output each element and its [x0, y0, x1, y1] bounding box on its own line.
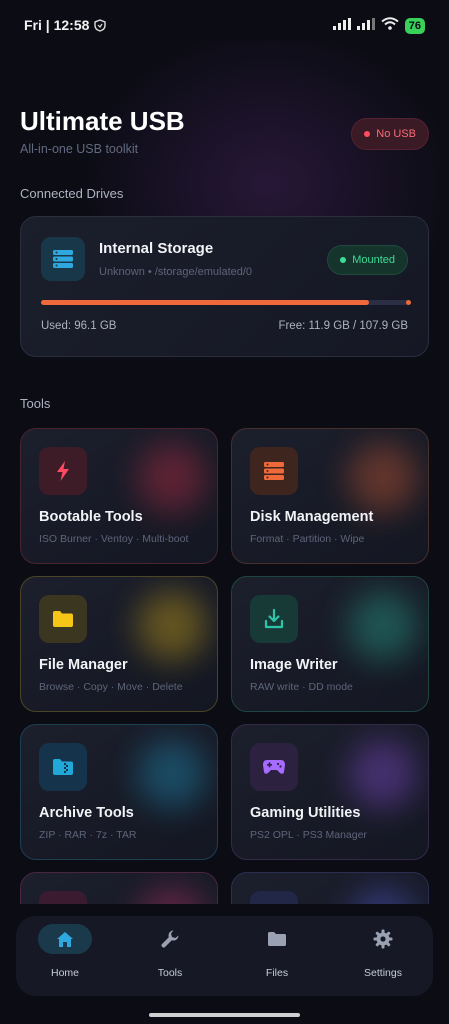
- bolt-icon: [39, 447, 87, 495]
- status-dot: [364, 131, 371, 137]
- mounted-badge: Mounted: [327, 245, 408, 275]
- status-bar: Fri | 12:58 76: [0, 0, 449, 52]
- app-title: Ultimate USB: [20, 106, 185, 136]
- nav-home[interactable]: Home: [25, 924, 105, 984]
- storage-progress-end: [406, 300, 411, 305]
- signal-icon-2: [356, 17, 375, 35]
- tool-card-bootable[interactable]: Bootable Tools ISO Burner · Ventoy · Mul…: [20, 428, 218, 564]
- drive-path: Unknown • /storage/emulated/0: [99, 266, 253, 278]
- drive-card[interactable]: Internal Storage Unknown • /storage/emul…: [20, 216, 429, 357]
- tool-name: Image Writer: [250, 657, 338, 673]
- status-indicators: 76: [332, 17, 425, 35]
- tool-desc: ZIP · RAR · 7z · TAR: [39, 829, 137, 841]
- card-glow: [137, 739, 207, 809]
- storage-icon: [41, 237, 85, 281]
- bottom-navigation: Home Tools Files Settings: [16, 916, 433, 996]
- card-glow: [137, 443, 207, 513]
- mounted-dot: [340, 257, 347, 263]
- nav-files-label: Files: [265, 967, 289, 979]
- vpn-shield-icon: [94, 19, 106, 37]
- battery-indicator: 76: [404, 18, 425, 34]
- nav-tools-label: Tools: [157, 967, 183, 979]
- tool-name: Disk Management: [250, 509, 374, 525]
- storage-progress-fill: [41, 300, 370, 305]
- storage-icon: [250, 447, 298, 495]
- tool-card-archive-tools[interactable]: Archive Tools ZIP · RAR · 7z · TAR: [20, 724, 218, 860]
- tool-card-gaming-utilities[interactable]: Gaming Utilities PS2 OPL · PS3 Manager: [231, 724, 429, 860]
- tool-desc: ISO Burner · Ventoy · Multi-boot: [39, 533, 189, 545]
- gear-icon: [356, 924, 410, 954]
- tool-desc: Format · Partition · Wipe: [250, 533, 365, 545]
- usb-status-label: No USB: [376, 128, 416, 140]
- card-glow: [348, 887, 418, 904]
- app-subtitle: All-in-one USB toolkit: [20, 142, 139, 156]
- tool-name: Archive Tools: [39, 805, 134, 821]
- nav-home-label: Home: [50, 967, 79, 979]
- wifi-icon: [381, 17, 399, 35]
- section-title-drives: Connected Drives: [20, 186, 124, 201]
- folder-icon: [250, 924, 304, 954]
- card-glow: [137, 887, 207, 904]
- drive-name: Internal Storage: [99, 240, 214, 257]
- card-glow: [137, 591, 207, 661]
- tool-name: Bootable Tools: [39, 509, 143, 525]
- wrench-icon: [143, 924, 197, 954]
- card-glow: [348, 443, 418, 513]
- tool-icon-partial: [39, 891, 87, 904]
- signal-icon: [332, 17, 351, 35]
- card-glow: [348, 739, 418, 809]
- download-icon: [250, 595, 298, 643]
- tool-card-disk-management[interactable]: Disk Management Format · Partition · Wip…: [231, 428, 429, 564]
- nav-settings[interactable]: Settings: [343, 924, 423, 984]
- nav-tools[interactable]: Tools: [130, 924, 210, 984]
- tool-name: Gaming Utilities: [250, 805, 361, 821]
- home-indicator[interactable]: [149, 1013, 300, 1017]
- tools-grid: Bootable Tools ISO Burner · Ventoy · Mul…: [0, 420, 449, 904]
- mounted-label: Mounted: [352, 254, 395, 266]
- folder-icon: [39, 595, 87, 643]
- home-icon: [38, 924, 92, 954]
- status-time: Fri | 12:58: [24, 17, 90, 33]
- free-space: Free: 11.9 GB / 107.9 GB: [278, 320, 408, 332]
- tool-card-partial-left[interactable]: [20, 872, 218, 904]
- card-glow: [348, 591, 418, 661]
- tool-desc: Browse · Copy · Move · Delete: [39, 681, 183, 693]
- tool-card-image-writer[interactable]: Image Writer RAW write · DD mode: [231, 576, 429, 712]
- gamepad-icon: [250, 743, 298, 791]
- nav-files[interactable]: Files: [237, 924, 317, 984]
- archive-icon: [39, 743, 87, 791]
- nav-settings-label: Settings: [364, 967, 402, 979]
- used-space: Used: 96.1 GB: [41, 320, 117, 332]
- tool-desc: RAW write · DD mode: [250, 681, 353, 693]
- tool-card-partial-right[interactable]: [231, 872, 429, 904]
- tool-card-file-manager[interactable]: File Manager Browse · Copy · Move · Dele…: [20, 576, 218, 712]
- storage-progress-bar: [41, 300, 411, 305]
- section-title-tools: Tools: [20, 396, 51, 411]
- tool-icon-partial: [250, 891, 298, 904]
- tool-name: File Manager: [39, 657, 128, 673]
- tool-desc: PS2 OPL · PS3 Manager: [250, 829, 367, 841]
- usb-status-badge[interactable]: No USB: [351, 118, 429, 150]
